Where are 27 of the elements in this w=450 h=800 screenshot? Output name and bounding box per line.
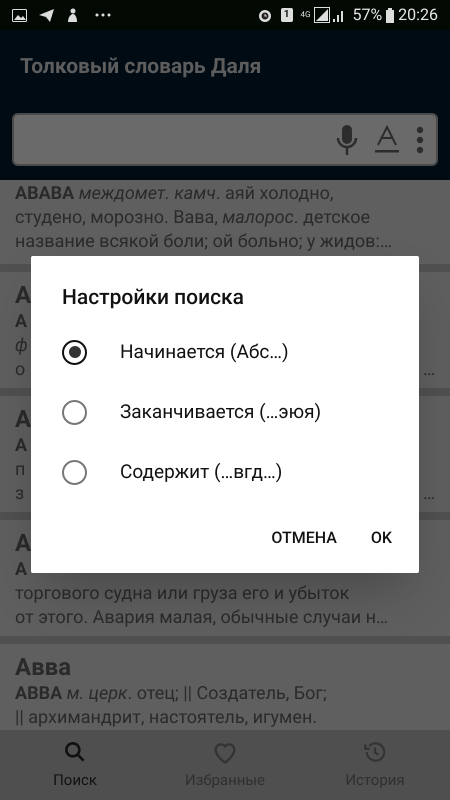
dialog-title: Настройки поиска: [62, 285, 245, 312]
sim-indicator: 1: [280, 8, 292, 22]
option-label[interactable]: Содержит (…вгд…): [120, 458, 282, 486]
app-title: Толковый словарь Даля: [20, 54, 262, 81]
alarm-icon: [256, 7, 273, 23]
clock: 20:26: [398, 4, 438, 26]
ellipsis: …: [422, 482, 435, 506]
option-label[interactable]: Заканчивается (…эюя): [120, 398, 322, 426]
dialog-button[interactable]: OK: [358, 518, 404, 558]
more-icon: [95, 13, 111, 17]
ellipsis: …: [422, 358, 435, 382]
radio-button[interactable]: [62, 400, 87, 424]
more-options-icon[interactable]: [416, 126, 424, 154]
battery-percent: 57%: [352, 4, 382, 26]
microphone-icon[interactable]: [336, 124, 358, 156]
battery-icon: [386, 8, 394, 22]
dialog-button[interactable]: ОТМЕНА: [259, 518, 349, 558]
figure-icon: [66, 8, 79, 22]
network-label: 4G: [300, 11, 310, 19]
radio-button[interactable]: [62, 460, 87, 484]
search-field[interactable]: [12, 113, 438, 166]
send-icon: [39, 8, 54, 22]
image-icon: [12, 8, 27, 22]
radio-button[interactable]: [62, 340, 87, 364]
nav-tab[interactable]: Поиск: [0, 730, 150, 800]
font-icon[interactable]: [374, 124, 400, 154]
option-label[interactable]: Начинается (Абс…): [120, 338, 289, 366]
